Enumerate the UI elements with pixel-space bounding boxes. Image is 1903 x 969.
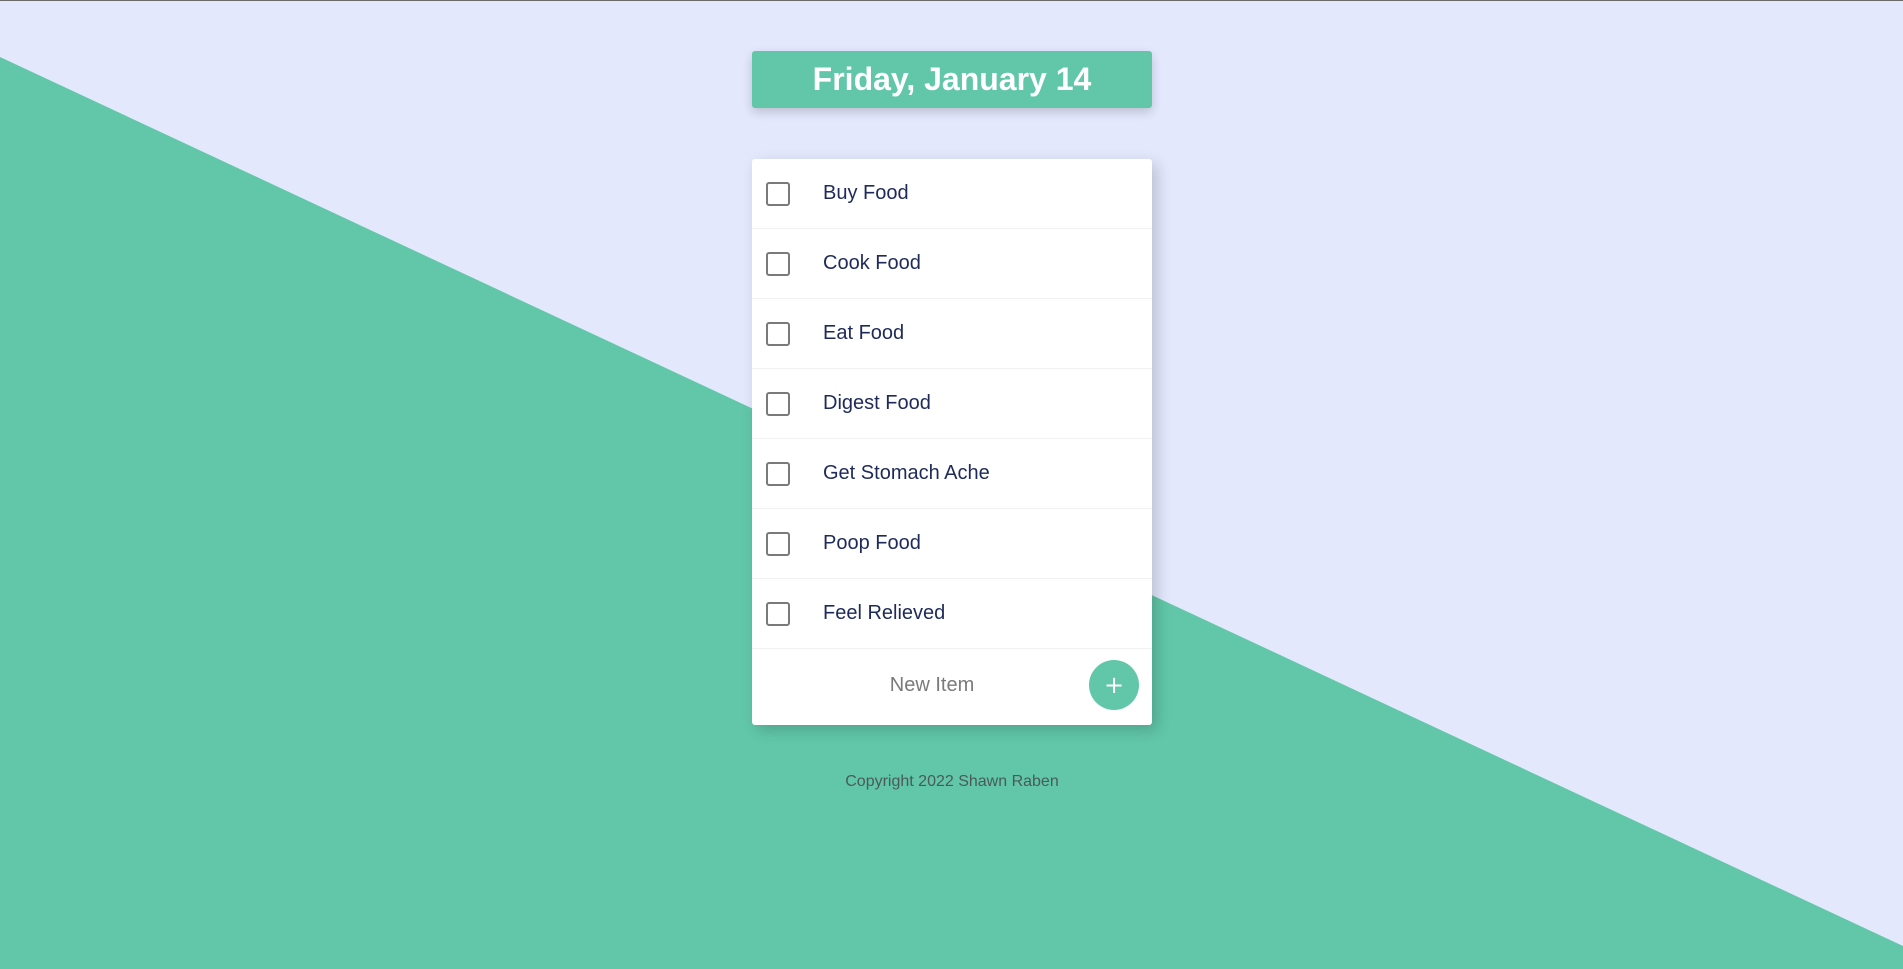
- list-item[interactable]: Eat Food: [752, 299, 1152, 369]
- item-label: Feel Relieved: [823, 602, 946, 624]
- item-checkbox[interactable]: [766, 391, 790, 416]
- list-item[interactable]: Digest Food: [752, 369, 1152, 439]
- list-item[interactable]: Poop Food: [752, 509, 1152, 579]
- item-checkbox[interactable]: [766, 531, 790, 556]
- item-label: Poop Food: [823, 532, 921, 554]
- list-item[interactable]: Cook Food: [752, 229, 1152, 299]
- new-item-input[interactable]: [824, 661, 1040, 709]
- add-item-button[interactable]: +: [1089, 660, 1139, 710]
- list-item[interactable]: Feel Relieved: [752, 579, 1152, 649]
- page-title: Friday, January 14: [812, 61, 1092, 97]
- plus-icon: +: [1103, 671, 1125, 699]
- item-checkbox[interactable]: [766, 181, 790, 206]
- item-checkbox[interactable]: [766, 601, 790, 626]
- item-checkbox[interactable]: [766, 461, 790, 486]
- item-checkbox[interactable]: [766, 321, 790, 346]
- list-item[interactable]: Buy Food: [752, 159, 1152, 229]
- new-item-form: +: [752, 649, 1152, 720]
- item-label: Cook Food: [823, 252, 921, 274]
- item-checkbox[interactable]: [766, 251, 790, 276]
- item-label: Eat Food: [823, 322, 905, 344]
- list-item[interactable]: Get Stomach Ache: [752, 439, 1152, 509]
- todo-list-box: Buy Food Cook Food Eat Food Digest Food …: [752, 159, 1152, 725]
- item-label: Get Stomach Ache: [823, 462, 990, 484]
- footer-copyright: Copyright 2022 Shawn Raben: [845, 773, 1059, 790]
- item-label: Digest Food: [823, 392, 931, 414]
- item-label: Buy Food: [823, 182, 909, 204]
- date-header: Friday, January 14: [752, 51, 1152, 108]
